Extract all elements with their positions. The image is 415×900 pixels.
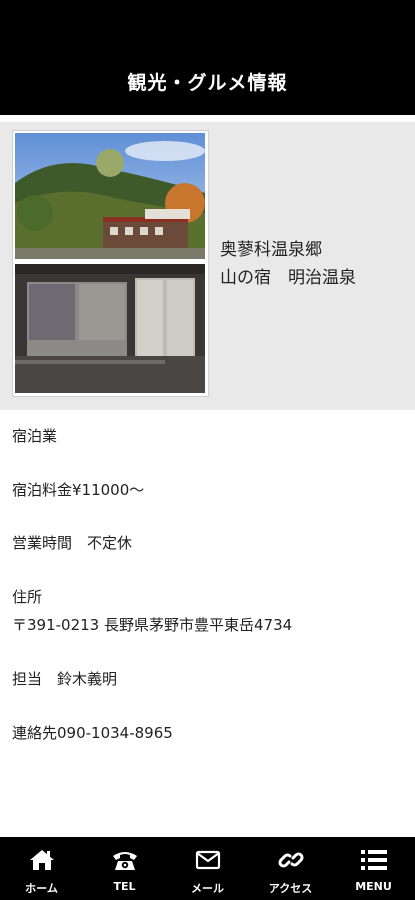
price-text: 宿泊料金¥11000〜 — [12, 481, 145, 499]
place-region: 奥蓼科温泉郷 — [220, 240, 322, 260]
nav-access-label: アクセス — [268, 882, 313, 895]
bottom-nav: ホーム TEL メール アクセス MENU — [0, 837, 415, 900]
nav-home[interactable]: ホーム — [0, 837, 83, 900]
app-header: 観光・グルメ情報 — [0, 0, 415, 115]
place-inn-name: 山の宿 明治温泉 — [220, 268, 356, 288]
page-title: 観光・グルメ情報 — [127, 72, 288, 94]
bath-photo — [15, 264, 205, 393]
category-text: 宿泊業 — [12, 427, 58, 445]
exterior-photo — [15, 133, 205, 259]
hours-text: 営業時間 不定休 — [12, 534, 133, 552]
phone-icon — [111, 846, 139, 874]
nav-tel-label: TEL — [113, 880, 136, 893]
hero-section: 奥蓼科温泉郷 山の宿 明治温泉 — [0, 122, 415, 410]
nav-home-label: ホーム — [25, 882, 58, 895]
place-name: 奥蓼科温泉郷 山の宿 明治温泉 — [220, 236, 356, 292]
photo-frame — [12, 130, 209, 397]
nav-access[interactable]: アクセス — [249, 837, 332, 900]
address-text: 〒391-0213 長野県茅野市豊平東岳4734 — [12, 616, 293, 634]
nav-mail-label: メール — [191, 882, 224, 895]
phone-text: 連絡先090-1034-8965 — [12, 724, 173, 742]
nav-tel[interactable]: TEL — [83, 837, 166, 900]
contact-person-text: 担当 鈴木義明 — [12, 670, 118, 688]
menu-icon — [360, 846, 388, 874]
home-icon — [28, 846, 56, 874]
link-icon — [277, 846, 305, 874]
nav-menu-label: MENU — [355, 880, 392, 893]
nav-menu[interactable]: MENU — [332, 837, 415, 900]
nav-mail[interactable]: メール — [166, 837, 249, 900]
mail-icon — [194, 846, 222, 874]
address-label: 住所 — [12, 588, 43, 606]
